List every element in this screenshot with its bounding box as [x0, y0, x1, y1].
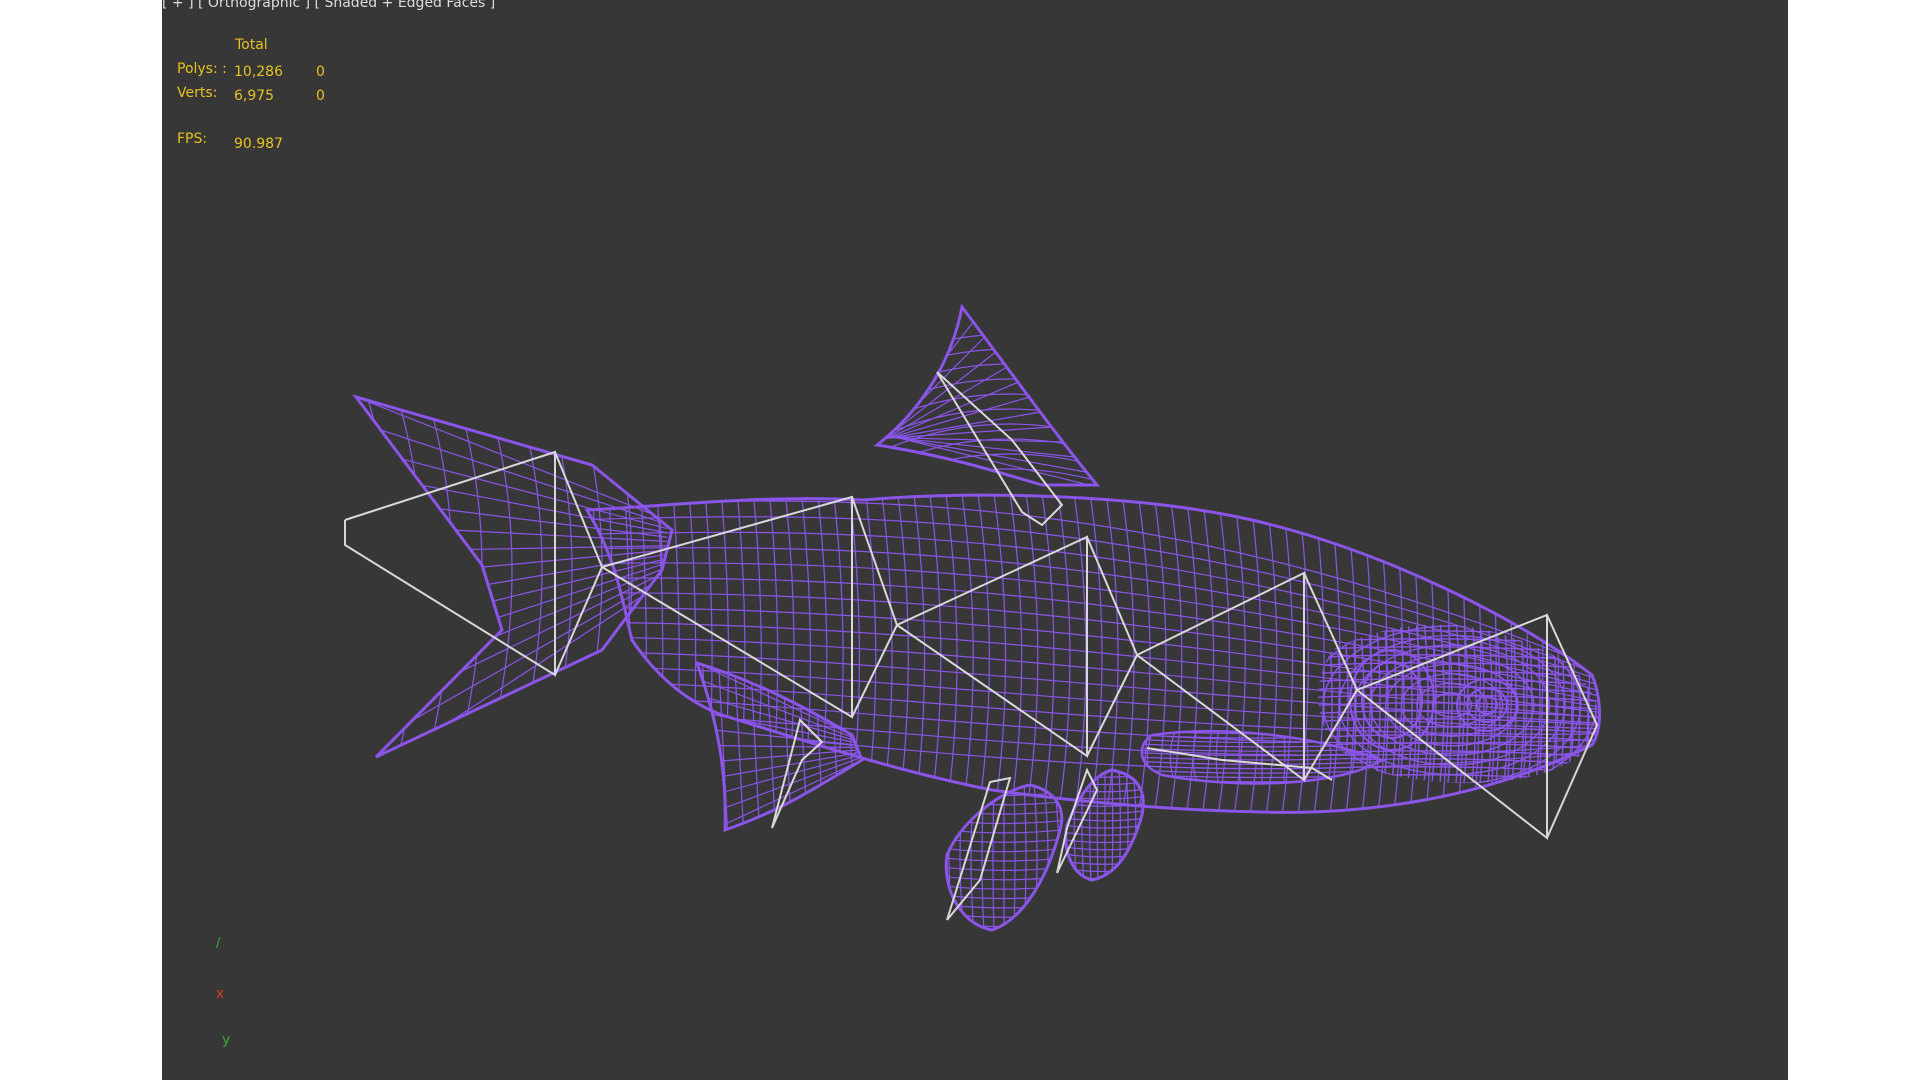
mesh-edge	[421, 397, 453, 757]
mesh-edge	[877, 483, 1097, 485]
mesh-edge	[959, 495, 974, 813]
mesh-edge	[1065, 770, 1144, 771]
mesh-edge	[1535, 495, 1544, 813]
mesh-edge	[1137, 792, 1387, 795]
mesh-edge	[358, 422, 668, 525]
mesh-edge	[1033, 785, 1038, 930]
mesh-edge	[1599, 495, 1600, 813]
mesh-edge	[863, 495, 877, 813]
mesh-edge	[1606, 600, 1612, 800]
axis-x-icon: x	[216, 986, 225, 1002]
mesh-edge	[391, 397, 423, 757]
mesh-edge	[571, 397, 603, 757]
tail-fin-grid	[356, 397, 672, 757]
axis-y-icon: y	[222, 1032, 231, 1048]
mesh-edge	[701, 663, 713, 830]
mesh-edge	[1551, 495, 1559, 813]
mesh-edge	[1147, 767, 1151, 883]
orthographic-viewport[interactable]: [ + ] [ Orthographic ] [ Shaded + Edged …	[162, 0, 1788, 1080]
mesh-edge	[1023, 785, 1027, 930]
mesh-edge	[847, 495, 861, 813]
mesh-edge	[975, 495, 990, 813]
mesh-edge	[895, 495, 909, 813]
mesh-edge	[938, 783, 944, 933]
mesh-edge	[1039, 495, 1055, 813]
scene-canvas[interactable]	[162, 0, 1788, 1080]
mesh-edge	[1317, 718, 1599, 727]
mesh-edge	[970, 785, 975, 930]
mesh-edge	[1583, 495, 1591, 813]
mesh-edge	[991, 495, 1007, 813]
bone-anal	[771, 718, 824, 829]
pelvic-fin-left-grid	[938, 783, 1064, 936]
dorsal-fin-grid	[877, 307, 1097, 485]
mesh-edge	[1132, 770, 1137, 880]
mesh-edge	[1614, 600, 1620, 800]
axis-z-icon: /	[216, 936, 221, 951]
mesh-edge	[1137, 722, 1387, 725]
mesh-edge	[944, 933, 1064, 936]
mesh-edge	[704, 728, 857, 746]
mesh-edge	[1055, 495, 1071, 813]
mesh-edge	[364, 473, 668, 534]
mesh-edge	[1151, 495, 1167, 813]
mesh-edge	[1063, 883, 1147, 886]
screenshot-page: [ + ] [ Orthographic ] [ Shaded + Edged …	[0, 0, 1920, 1080]
mesh-edge	[911, 495, 926, 813]
mesh-edge	[1302, 607, 1612, 614]
mesh-edge	[797, 663, 809, 830]
mesh-edge	[1013, 785, 1016, 930]
mesh-edge	[541, 397, 573, 757]
mesh-edge	[1565, 624, 1573, 784]
mesh-edge	[661, 397, 672, 757]
mesh-edge	[1043, 785, 1049, 930]
mesh-edge	[392, 575, 668, 732]
mesh-edge	[992, 785, 995, 930]
mesh-edge	[880, 381, 1019, 442]
mesh-edge	[387, 566, 668, 681]
mesh-edge	[1323, 731, 1332, 784]
fish-wireframe-mesh[interactable]	[352, 303, 1620, 936]
mesh-edge	[607, 495, 615, 813]
